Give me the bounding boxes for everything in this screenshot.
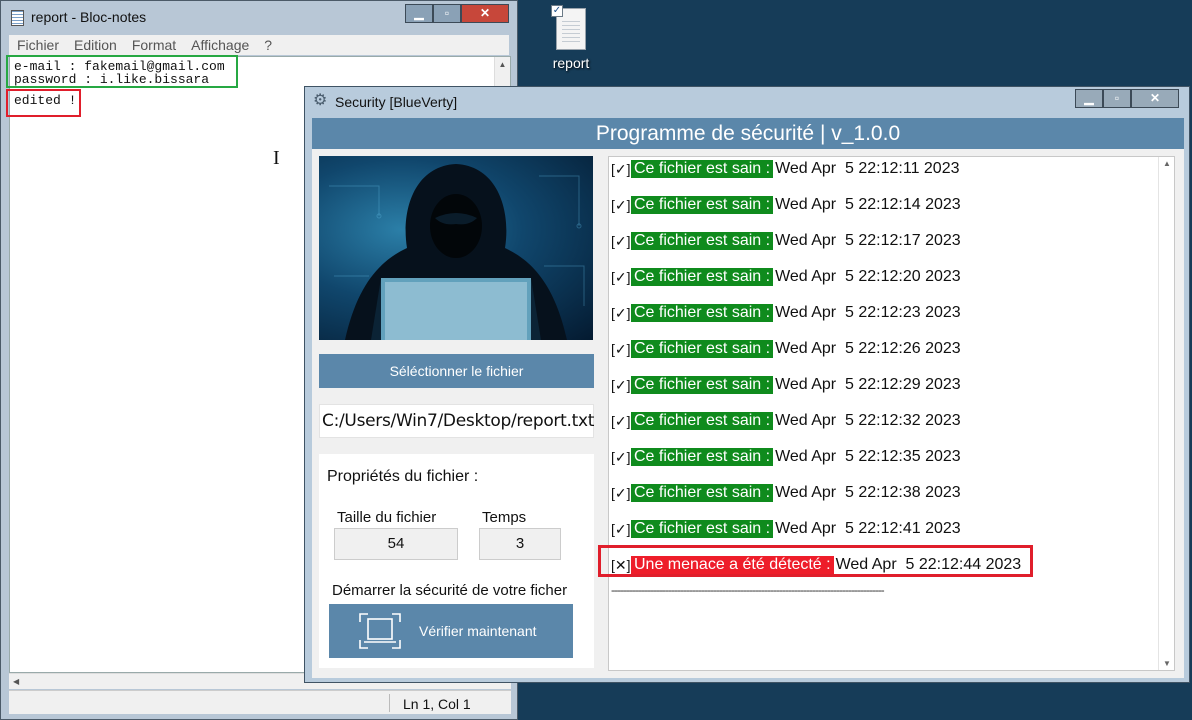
check-icon: [✓]> bbox=[611, 412, 639, 429]
check-icon: [✓]> bbox=[611, 340, 639, 357]
log-entry-clean: [✓]> Ce fichier est sain : Wed Apr 5 22:12… bbox=[611, 159, 960, 179]
security-client-area: Programme de sécurité | v_1.0.0 Séléctio… bbox=[312, 118, 1184, 678]
log-status-badge: Ce fichier est sain : bbox=[631, 268, 774, 286]
verify-now-button[interactable]: Vérifier maintenant bbox=[329, 604, 573, 658]
edited-highlight bbox=[6, 89, 81, 117]
log-timestamp: Wed Apr 5 22:12:32 2023 bbox=[775, 412, 961, 429]
properties-title: Propriétés du fichier : bbox=[327, 468, 479, 485]
log-entry-clean: [✓]> Ce fichier est sain : Wed Apr 5 22:12… bbox=[611, 267, 961, 287]
time-value: 3 bbox=[479, 528, 561, 560]
file-properties-panel: Propriétés du fichier : Taille du fichie… bbox=[319, 454, 594, 668]
minimize-button[interactable]: ▁ bbox=[1075, 89, 1103, 108]
log-timestamp: Wed Apr 5 22:12:29 2023 bbox=[775, 376, 961, 393]
log-status-badge: Ce fichier est sain : bbox=[631, 340, 774, 358]
log-status-badge: Ce fichier est sain : bbox=[631, 160, 774, 178]
check-icon: [✓]> bbox=[611, 448, 639, 465]
log-entry-clean: [✓]> Ce fichier est sain : Wed Apr 5 22:12… bbox=[611, 375, 961, 395]
log-entry-clean: [✓]> Ce fichier est sain : Wed Apr 5 22:12… bbox=[611, 303, 961, 323]
notepad-titlebar[interactable]: report - Bloc-notes ▁ ▫ ✕ bbox=[1, 1, 517, 35]
check-icon: [✓]> bbox=[611, 196, 639, 213]
log-entry-clean: [✓]> Ce fichier est sain : Wed Apr 5 22:12… bbox=[611, 411, 961, 431]
security-log[interactable]: [✓]> Ce fichier est sain : Wed Apr 5 22:12… bbox=[608, 156, 1175, 671]
log-status-badge: Ce fichier est sain : bbox=[631, 196, 774, 214]
log-status-badge: Ce fichier est sain : bbox=[631, 304, 774, 322]
close-button[interactable]: ✕ bbox=[461, 4, 509, 23]
log-timestamp: Wed Apr 5 22:12:41 2023 bbox=[775, 520, 961, 537]
log-timestamp: Wed Apr 5 22:12:26 2023 bbox=[775, 340, 961, 357]
select-file-button[interactable]: Séléctionner le fichier bbox=[319, 354, 594, 388]
scroll-up-icon[interactable]: ▲ bbox=[1159, 159, 1174, 168]
file-path-field[interactable]: C:/Users/Win7/Desktop/report.txt bbox=[319, 404, 594, 438]
check-icon: [✓]> bbox=[611, 376, 639, 393]
log-entry-clean: [✓]> Ce fichier est sain : Wed Apr 5 22:12… bbox=[611, 483, 961, 503]
cursor-position: Ln 1, Col 1 bbox=[403, 696, 471, 712]
desktop-icon-label: report bbox=[552, 55, 590, 71]
scroll-down-icon[interactable]: ▼ bbox=[1159, 659, 1174, 668]
menu-help[interactable]: ? bbox=[264, 37, 272, 53]
scroll-up-icon[interactable]: ▲ bbox=[495, 57, 510, 73]
security-title: Security [BlueVerty] bbox=[335, 94, 458, 110]
notepad-statusbar: Ln 1, Col 1 bbox=[9, 690, 511, 714]
log-entry-clean: [✓]> Ce fichier est sain : Wed Apr 5 22:12… bbox=[611, 231, 961, 251]
scan-icon bbox=[359, 613, 401, 649]
log-timestamp: Wed Apr 5 22:12:38 2023 bbox=[775, 484, 961, 501]
maximize-button[interactable]: ▫ bbox=[433, 4, 461, 23]
log-timestamp: Wed Apr 5 22:12:14 2023 bbox=[775, 196, 961, 213]
start-security-label: Démarrer la sécurité de votre ficher bbox=[332, 582, 568, 599]
notepad-title: report - Bloc-notes bbox=[31, 9, 147, 25]
log-status-badge: Ce fichier est sain : bbox=[631, 232, 774, 250]
check-icon: [✓]> bbox=[611, 268, 639, 285]
file-size-label: Taille du fichier bbox=[337, 509, 437, 526]
credentials-highlight bbox=[6, 55, 238, 88]
checkbox-icon: ✓ bbox=[551, 5, 563, 17]
notepad-icon bbox=[11, 10, 24, 26]
verify-button-label: Vérifier maintenant bbox=[419, 623, 537, 639]
log-entry-clean: [✓]> Ce fichier est sain : Wed Apr 5 22:12… bbox=[611, 195, 961, 215]
check-icon: [✓]> bbox=[611, 160, 639, 177]
menu-affichage[interactable]: Affichage bbox=[191, 37, 249, 53]
security-window: ⚙ Security [BlueVerty] ▁ ▫ ✕ Programme d… bbox=[304, 86, 1190, 683]
desktop-report-file[interactable]: ✓ report bbox=[540, 5, 602, 71]
time-label: Temps bbox=[482, 509, 527, 526]
log-separator: ----------------------------------------… bbox=[611, 583, 885, 597]
log-status-badge: Ce fichier est sain : bbox=[631, 376, 774, 394]
menu-fichier[interactable]: Fichier bbox=[17, 37, 59, 53]
check-icon: [✓]> bbox=[611, 304, 639, 321]
notepad-menubar: Fichier Edition Format Affichage ? bbox=[9, 35, 509, 55]
menu-format[interactable]: Format bbox=[132, 37, 176, 53]
log-entry-clean: [✓]> Ce fichier est sain : Wed Apr 5 22:12… bbox=[611, 339, 961, 359]
log-timestamp: Wed Apr 5 22:12:11 2023 bbox=[775, 160, 960, 177]
log-timestamp: Wed Apr 5 22:12:17 2023 bbox=[775, 232, 961, 249]
log-entry-clean: [✓]> Ce fichier est sain : Wed Apr 5 22:12… bbox=[611, 447, 961, 467]
hacker-image bbox=[319, 156, 593, 340]
gear-icon: ⚙ bbox=[313, 92, 328, 109]
check-icon: [✓]> bbox=[611, 520, 639, 537]
log-status-badge: Ce fichier est sain : bbox=[631, 448, 774, 466]
text-cursor-icon: I bbox=[273, 147, 280, 169]
log-status-badge: Ce fichier est sain : bbox=[631, 484, 774, 502]
menu-edition[interactable]: Edition bbox=[74, 37, 117, 53]
program-header: Programme de sécurité | v_1.0.0 bbox=[312, 118, 1184, 149]
text-file-icon: ✓ bbox=[551, 5, 586, 50]
log-entry-clean: [✓]> Ce fichier est sain : Wed Apr 5 22:12… bbox=[611, 519, 961, 539]
check-icon: [✓]> bbox=[611, 232, 639, 249]
minimize-button[interactable]: ▁ bbox=[405, 4, 433, 23]
log-timestamp: Wed Apr 5 22:12:35 2023 bbox=[775, 448, 961, 465]
log-status-badge: Ce fichier est sain : bbox=[631, 520, 774, 538]
log-status-badge: Ce fichier est sain : bbox=[631, 412, 774, 430]
threat-highlight bbox=[598, 545, 1033, 577]
check-icon: [✓]> bbox=[611, 484, 639, 501]
file-size-value: 54 bbox=[334, 528, 458, 560]
log-timestamp: Wed Apr 5 22:12:23 2023 bbox=[775, 304, 961, 321]
close-button[interactable]: ✕ bbox=[1131, 89, 1179, 108]
maximize-button[interactable]: ▫ bbox=[1103, 89, 1131, 108]
log-timestamp: Wed Apr 5 22:12:20 2023 bbox=[775, 268, 961, 285]
log-scrollbar[interactable]: ▲ ▼ bbox=[1158, 157, 1174, 670]
